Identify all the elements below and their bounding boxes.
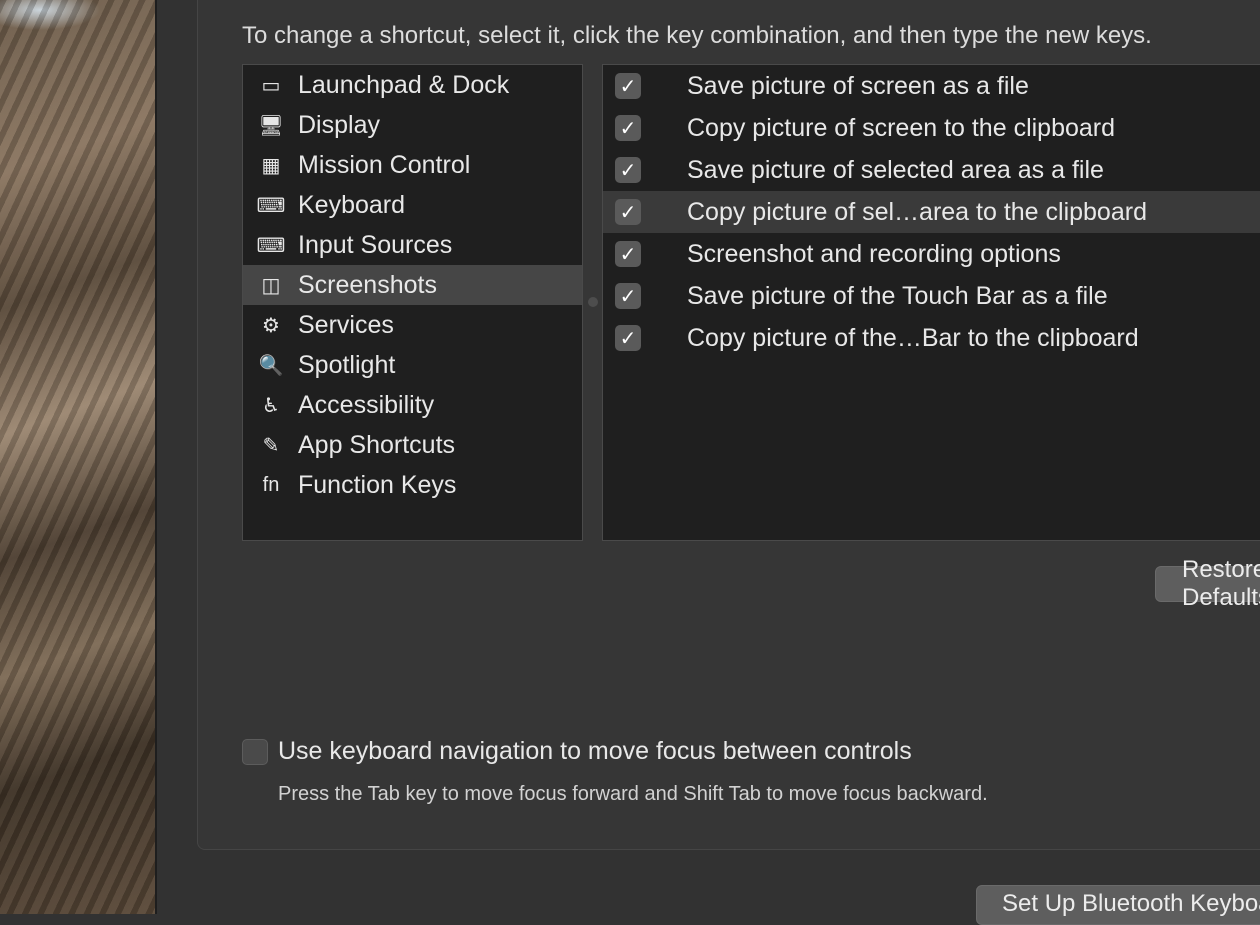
display-icon: 🖥 [258, 114, 284, 137]
shortcut-label: Save picture of selected area as a file [687, 155, 1104, 184]
category-item[interactable]: ▦ Mission Control [243, 145, 582, 185]
shortcut-row[interactable]: ✓ Copy picture of screen to the clipboard [603, 107, 1260, 149]
splitter-handle[interactable] [588, 297, 598, 307]
category-item[interactable]: 🖥 Display [243, 105, 582, 145]
shortcut-list[interactable]: ✓ Save picture of screen as a file ✓ Copy p… [602, 64, 1260, 541]
category-label: Screenshots [298, 270, 437, 299]
shortcut-checkbox[interactable]: ✓ [615, 73, 641, 99]
category-label: Function Keys [298, 470, 457, 499]
category-label: Keyboard [298, 190, 406, 219]
restore-defaults-button[interactable]: Restore Defaults [1155, 556, 1260, 611]
category-item[interactable]: ✎ App Shortcuts [243, 425, 582, 465]
category-list[interactable]: ▭ Launchpad & Dock 🖥 Display ▦ Mission Contro… [242, 64, 583, 541]
function-keys-icon: fn [262, 473, 280, 496]
keyboard-navigation-option[interactable]: Use keyboard navigation to move focus be… [242, 737, 912, 766]
shortcut-label: Save picture of the Touch Bar as a file [687, 281, 1108, 310]
mission-control-icon: ▦ [261, 154, 281, 177]
setup-bluetooth-keyboard-button[interactable]: Set Up Bluetooth Keyboard… [976, 885, 1260, 925]
shortcut-checkbox[interactable]: ✓ [615, 283, 641, 309]
shortcut-row[interactable]: ✓ Save picture of the Touch Bar as a file [603, 275, 1260, 317]
shortcut-row[interactable]: ✓ Save picture of selected area as a file [603, 149, 1260, 191]
screenshots-icon: ◫ [261, 274, 281, 297]
category-label: App Shortcuts [298, 430, 456, 459]
category-item[interactable]: fn Function Keys [243, 465, 582, 505]
category-label: Services [298, 310, 394, 339]
shortcut-row[interactable]: ✓ Copy picture of sel…area to the clipboa… [603, 191, 1260, 233]
shortcut-label: Copy picture of the…Bar to the clipboard [687, 323, 1139, 352]
gear-icon: ⚙ [262, 314, 280, 337]
keyboard-navigation-hint: Press the Tab key to move focus forward … [278, 783, 988, 805]
launchpad-dock-icon: ▭ [261, 74, 281, 97]
shortcut-checkbox[interactable]: ✓ [615, 241, 641, 267]
shortcut-checkbox[interactable]: ✓ [615, 199, 641, 225]
keyboard-navigation-checkbox[interactable] [242, 738, 268, 765]
keyboard-shortcuts-pane: To change a shortcut, select it, click t… [157, 0, 1260, 925]
category-item[interactable]: ♿ Accessibility [243, 385, 582, 425]
category-label: Input Sources [298, 230, 453, 259]
category-label: Launchpad & Dock [298, 70, 510, 99]
accessibility-icon: ♿ [262, 394, 280, 417]
spotlight-icon: 🔍 [258, 354, 284, 377]
category-item[interactable]: ◫ Screenshots [243, 265, 582, 305]
category-item[interactable]: ▭ Launchpad & Dock [243, 65, 582, 105]
desktop-wallpaper [0, 0, 155, 914]
shortcut-label: Copy picture of sel…area to the clipboar… [687, 197, 1147, 226]
keyboard-navigation-label: Use keyboard navigation to move focus be… [278, 737, 912, 765]
category-label: Spotlight [298, 350, 396, 379]
shortcut-checkbox[interactable]: ✓ [615, 325, 641, 351]
category-item[interactable]: ⌨ Input Sources [243, 225, 582, 265]
instruction-text: To change a shortcut, select it, click t… [242, 22, 1152, 49]
category-label: Mission Control [298, 150, 471, 179]
category-label: Accessibility [298, 390, 435, 419]
keyboard-icon: ⌨ [256, 194, 286, 217]
shortcut-checkbox[interactable]: ✓ [615, 157, 641, 183]
shortcut-label: Copy picture of screen to the clipboard [687, 113, 1116, 142]
app-shortcuts-icon: ✎ [262, 434, 280, 457]
category-item[interactable]: 🔍 Spotlight [243, 345, 582, 385]
shortcut-row[interactable]: ✓ Copy picture of the…Bar to the clipboar… [603, 317, 1260, 359]
shortcut-label: Save picture of screen as a file [687, 71, 1029, 100]
shortcut-row[interactable]: ✓ Save picture of screen as a file [603, 65, 1260, 107]
shortcut-label: Screenshot and recording options [687, 239, 1061, 268]
shortcut-checkbox[interactable]: ✓ [615, 115, 641, 141]
input-sources-icon: ⌨ [256, 234, 286, 257]
category-item[interactable]: ⌨ Keyboard [243, 185, 582, 225]
category-item[interactable]: ⚙ Services [243, 305, 582, 345]
category-label: Display [298, 110, 380, 139]
shortcut-row[interactable]: ✓ Screenshot and recording options [603, 233, 1260, 275]
